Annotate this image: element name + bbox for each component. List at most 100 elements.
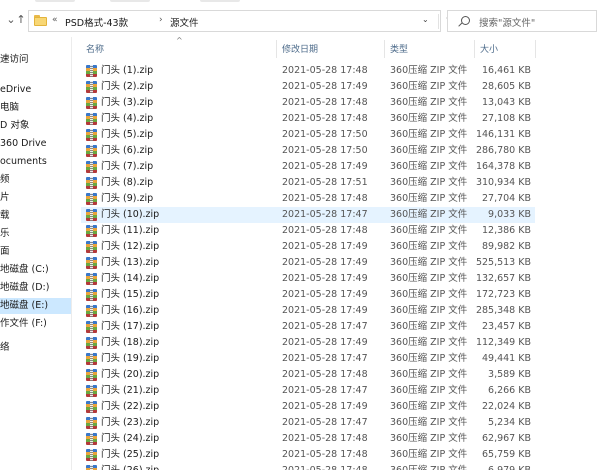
file-type: 360压缩 ZIP 文件 [390, 241, 468, 252]
breadcrumb-separator[interactable]: › [159, 15, 163, 25]
file-row[interactable]: 门头 (15).zip 2021-05-28 17:49 360压缩 ZIP 文件 1… [81, 287, 535, 303]
file-row[interactable]: 门头 (5).zip 2021-05-28 17:50 360压缩 ZIP 文件 14… [81, 127, 535, 143]
nav-item[interactable]: 作文件 (F:) [0, 316, 71, 332]
zip-archive-icon [86, 321, 97, 333]
nav-item[interactable]: 乐 [0, 226, 71, 242]
nav-item-label: 作文件 (F:) [0, 318, 47, 329]
file-name: 门头 (20).zip [101, 369, 160, 380]
file-row[interactable]: 门头 (24).zip 2021-05-28 17:48 360压缩 ZIP 文件 6… [81, 431, 535, 447]
column-separator[interactable] [384, 40, 385, 58]
file-date: 2021-05-28 17:49 [282, 337, 368, 348]
file-row[interactable]: 门头 (19).zip 2021-05-28 17:47 360压缩 ZIP 文件 4… [81, 351, 535, 367]
nav-item[interactable]: 360 Drive [0, 136, 71, 152]
nav-item[interactable]: 片 [0, 190, 71, 206]
search-box[interactable]: 搜索"源文件" [447, 10, 597, 32]
file-size: 62,967 KB [481, 433, 531, 444]
nav-item[interactable]: 频 [0, 172, 71, 188]
file-row[interactable]: 门头 (14).zip 2021-05-28 17:49 360压缩 ZIP 文件 1… [81, 271, 535, 287]
nav-item[interactable]: eDrive [0, 82, 71, 98]
file-row[interactable]: 门头 (6).zip 2021-05-28 17:50 360压缩 ZIP 文件 28… [81, 143, 535, 159]
address-bar[interactable]: « PSD格式-43款 › 源文件 ⌄ ↻ [28, 10, 455, 32]
search-input[interactable]: 搜索"源文件" [479, 15, 535, 29]
nav-pane-divider[interactable] [71, 37, 72, 470]
file-row[interactable]: 门头 (25).zip 2021-05-28 17:48 360压缩 ZIP 文件 6… [81, 447, 535, 463]
file-size: 65,759 KB [481, 449, 531, 460]
file-date: 2021-05-28 17:48 [282, 433, 368, 444]
file-row[interactable]: 门头 (9).zip 2021-05-28 17:48 360压缩 ZIP 文件 27… [81, 191, 535, 207]
file-row[interactable]: 门头 (17).zip 2021-05-28 17:47 360压缩 ZIP 文件 2… [81, 319, 535, 335]
nav-item[interactable]: 速访问 [0, 52, 71, 68]
column-separator[interactable] [535, 40, 536, 58]
file-row[interactable]: 门头 (8).zip 2021-05-28 17:51 360压缩 ZIP 文件 31… [81, 175, 535, 191]
zip-archive-icon [86, 305, 97, 317]
nav-item[interactable]: 面 [0, 244, 71, 260]
zip-archive-icon [86, 241, 97, 253]
file-date: 2021-05-28 17:48 [282, 449, 368, 460]
breadcrumb-psd[interactable]: PSD格式-43款 [65, 15, 128, 29]
file-type: 360压缩 ZIP 文件 [390, 385, 468, 396]
file-date: 2021-05-28 17:51 [282, 177, 368, 188]
file-row[interactable]: 门头 (16).zip 2021-05-28 17:49 360压缩 ZIP 文件 2… [81, 303, 535, 319]
file-row[interactable]: 门头 (22).zip 2021-05-28 17:49 360压缩 ZIP 文件 2… [81, 399, 535, 415]
file-row[interactable]: 门头 (23).zip 2021-05-28 17:47 360压缩 ZIP 文件 5… [81, 415, 535, 431]
breadcrumb-source[interactable]: 源文件 [170, 15, 199, 29]
column-separator[interactable] [474, 40, 475, 58]
file-row[interactable]: 门头 (11).zip 2021-05-28 17:48 360压缩 ZIP 文件 1… [81, 223, 535, 239]
file-row[interactable]: 门头 (4).zip 2021-05-28 17:48 360压缩 ZIP 文件 27… [81, 111, 535, 127]
file-size: 16,461 KB [481, 65, 531, 76]
file-list: 门头 (1).zip 2021-05-28 17:48 360压缩 ZIP 文件 16… [75, 59, 600, 470]
file-row[interactable]: 门头 (18).zip 2021-05-28 17:49 360压缩 ZIP 文件 1… [81, 335, 535, 351]
file-size: 310,934 KB [475, 177, 531, 188]
nav-item[interactable]: 络 [0, 340, 71, 356]
nav-item[interactable]: 载 [0, 208, 71, 224]
file-name: 门头 (13).zip [101, 257, 160, 268]
nav-item[interactable]: 地磁盘 (D:) [0, 280, 71, 296]
file-row[interactable]: 门头 (21).zip 2021-05-28 17:47 360压缩 ZIP 文件 6… [81, 383, 535, 399]
nav-item[interactable]: 地磁盘 (E:) [0, 298, 71, 314]
column-type[interactable]: 类型 [390, 42, 408, 55]
breadcrumb-overflow[interactable]: « [52, 15, 58, 25]
column-date[interactable]: 修改日期 [282, 42, 318, 55]
address-history-dropdown-icon[interactable]: ⌄ [422, 15, 429, 24]
file-size: 5,234 KB [488, 417, 531, 428]
file-type: 360压缩 ZIP 文件 [390, 177, 468, 188]
file-date: 2021-05-28 17:50 [282, 145, 368, 156]
file-date: 2021-05-28 17:47 [282, 417, 368, 428]
file-name: 门头 (12).zip [101, 241, 160, 252]
file-date: 2021-05-28 17:48 [282, 465, 368, 470]
column-size[interactable]: 大小 [480, 42, 498, 55]
file-size: 27,704 KB [481, 193, 531, 204]
column-separator[interactable] [276, 40, 277, 58]
nav-item[interactable]: 电脑 [0, 100, 71, 116]
column-name[interactable]: 名称 [86, 42, 104, 55]
file-date: 2021-05-28 17:48 [282, 65, 368, 76]
file-name: 门头 (8).zip [101, 177, 154, 188]
file-row[interactable]: 门头 (7).zip 2021-05-28 17:49 360压缩 ZIP 文件 16… [81, 159, 535, 175]
file-name: 门头 (1).zip [101, 65, 154, 76]
file-name: 门头 (7).zip [101, 161, 154, 172]
zip-archive-icon [86, 65, 97, 77]
file-type: 360压缩 ZIP 文件 [390, 417, 468, 428]
zip-archive-icon [86, 401, 97, 413]
file-row[interactable]: 门头 (20).zip 2021-05-28 17:48 360压缩 ZIP 文件 3… [81, 367, 535, 383]
file-row[interactable]: 门头 (13).zip 2021-05-28 17:49 360压缩 ZIP 文件 5… [81, 255, 535, 271]
nav-item[interactable]: 地磁盘 (C:) [0, 262, 71, 278]
file-row[interactable]: 门头 (3).zip 2021-05-28 17:48 360压缩 ZIP 文件 13… [81, 95, 535, 111]
file-row[interactable]: 门头 (12).zip 2021-05-28 17:49 360压缩 ZIP 文件 8… [81, 239, 535, 255]
file-date: 2021-05-28 17:48 [282, 193, 368, 204]
file-row[interactable]: 门头 (2).zip 2021-05-28 17:49 360压缩 ZIP 文件 28… [81, 79, 535, 95]
file-type: 360压缩 ZIP 文件 [390, 449, 468, 460]
up-arrow-icon[interactable]: ↑ [14, 13, 28, 27]
file-name: 门头 (15).zip [101, 289, 160, 300]
file-row[interactable]: 门头 (1).zip 2021-05-28 17:48 360压缩 ZIP 文件 16… [81, 63, 535, 79]
file-row[interactable]: 门头 (26).zip 2021-05-28 17:48 360压缩 ZIP 文件 6… [81, 463, 535, 470]
file-name: 门头 (6).zip [101, 145, 154, 156]
nav-item[interactable]: ocuments [0, 154, 71, 170]
file-type: 360压缩 ZIP 文件 [390, 81, 468, 92]
file-type: 360压缩 ZIP 文件 [390, 401, 468, 412]
nav-item-label: 地磁盘 (C:) [0, 264, 49, 275]
nav-item-label: ocuments [0, 156, 47, 167]
file-row[interactable]: 门头 (10).zip 2021-05-28 17:47 360压缩 ZIP 文件 9… [81, 207, 535, 223]
nav-item[interactable]: D 对象 [0, 118, 71, 134]
file-name: 门头 (25).zip [101, 449, 160, 460]
